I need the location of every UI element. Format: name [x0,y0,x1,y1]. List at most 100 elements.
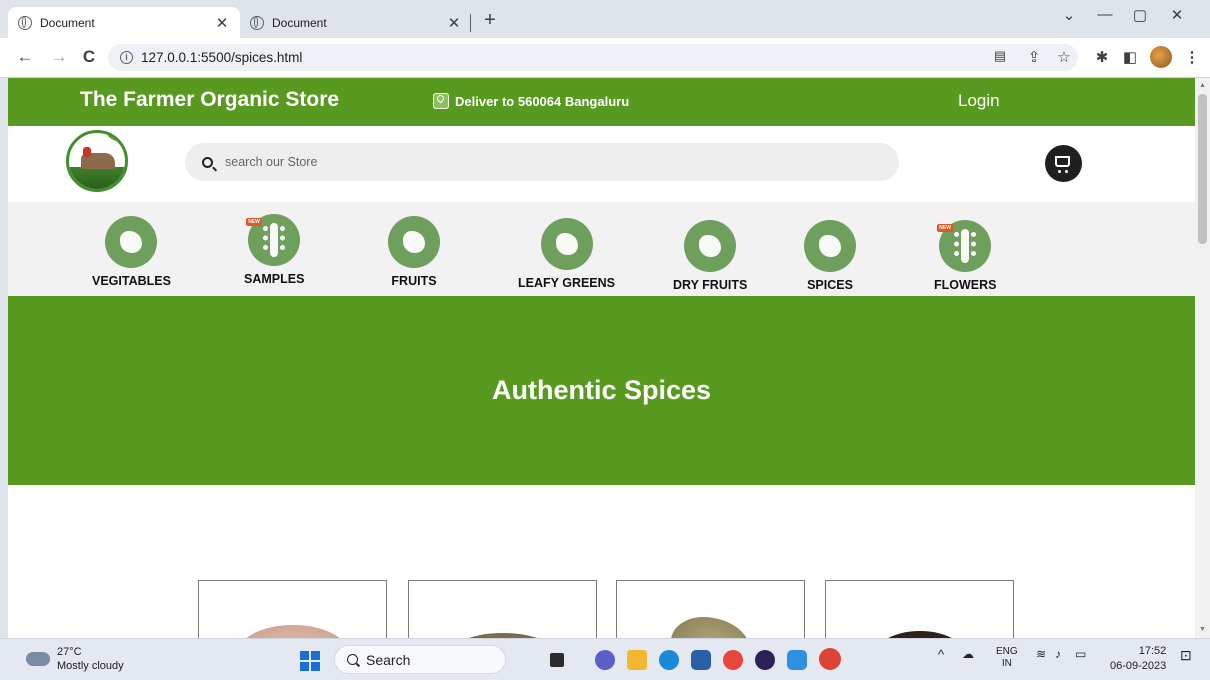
product-card[interactable] [825,580,1014,638]
teams-chat-icon[interactable] [595,650,615,670]
forward-icon[interactable]: → [48,47,70,67]
share-icon[interactable]: ⇪ [1024,48,1044,66]
category-bar: VEGITABLES NEW SAMPLES FRUITS LEAFY GREE… [8,202,1195,296]
url-text: 127.0.0.1:5500/spices.html [141,50,303,65]
tab-search-button[interactable]: ⌄ [1054,6,1084,24]
hero-banner: Authentic Spices [8,296,1195,485]
wheat-icon: NEW [937,220,992,272]
side-panel-icon[interactable]: ◧ [1120,48,1140,66]
category-dry-fruits[interactable]: DRY FRUITS [673,220,747,292]
category-flowers[interactable]: NEW FLOWERS [934,220,997,292]
scrollbar-thumb[interactable] [1198,94,1207,244]
clock-time: 17:52 [1138,645,1167,657]
globe-icon [18,15,32,30]
weather-condition: Mostly cloudy [57,660,124,672]
extensions-icon[interactable]: ✱ [1092,48,1112,66]
tab-title: Document [272,15,327,30]
category-label: LEAFY GREENS [518,276,616,290]
battery-icon[interactable]: ▭ [1075,647,1086,661]
windows-start-icon[interactable] [300,651,320,671]
close-tab-icon[interactable]: ✕ [446,14,462,32]
microsoft-store-icon[interactable] [691,650,711,670]
system-clock[interactable]: 17:52 06-09-2023 [1110,644,1166,674]
notifications-icon[interactable]: ⊡ [1180,647,1192,664]
product-card[interactable] [198,580,387,638]
new-badge: NEW [246,218,262,226]
maximize-button[interactable]: ▢ [1125,6,1155,24]
ginger-icon [804,220,856,272]
tab-document-active[interactable]: Document ✕ [8,7,240,38]
category-leafy-greens[interactable]: LEAFY GREENS [518,218,615,290]
language-indicator[interactable]: ENG IN [996,646,1018,670]
profile-avatar[interactable] [1150,46,1172,68]
store-search-input[interactable]: search our Store [185,143,899,181]
store-name[interactable]: The Farmer Organic Store [80,88,339,112]
category-label: DRY FRUITS [673,278,748,292]
tab-divider [470,14,471,32]
weather-widget[interactable]: 27°C Mostly cloudy [24,645,124,673]
scroll-down-arrow[interactable]: ▼ [1199,626,1206,633]
chrome-icon[interactable] [723,650,743,670]
category-vegitables[interactable]: VEGITABLES [92,216,171,288]
black-pepper-image [871,631,968,638]
task-view-icon[interactable] [550,653,564,667]
volume-icon[interactable]: ♪ [1055,647,1061,661]
search-placeholder: search our Store [225,155,318,169]
search-row: search our Store [8,126,1195,202]
product-card[interactable] [616,580,805,638]
vscode-icon[interactable] [787,650,807,670]
chrome-active-icon[interactable] [819,648,841,670]
search-icon [202,156,213,168]
logo-field [69,167,125,189]
close-tab-icon[interactable]: ✕ [214,14,230,32]
category-label: SAMPLES [244,272,305,286]
cart-icon[interactable] [1045,145,1082,182]
file-explorer-icon[interactable] [627,650,647,670]
weather-cloud-icon [24,646,50,666]
bay-leaves-image [670,617,751,638]
category-fruits[interactable]: FRUITS [388,216,440,288]
lang-top: ENG [996,646,1018,657]
vegetables-icon [105,216,158,268]
new-badge: NEW [937,224,953,232]
reload-icon[interactable]: C [78,47,100,67]
minimize-button[interactable]: — [1090,6,1120,23]
category-samples[interactable]: NEW SAMPLES [244,214,304,286]
tab-document[interactable]: Document ✕ [240,7,472,38]
category-spices[interactable]: SPICES [804,220,856,292]
globe-icon [250,15,264,30]
category-label: SPICES [807,278,853,292]
deliver-text: Deliver to 560064 Bangaluru [455,93,630,109]
weather-text-block: 27°C Mostly cloudy [57,645,124,673]
taskbar-search-label: Search [366,651,411,668]
page-scrollbar[interactable]: ▲ ▼ [1195,78,1210,638]
site-info-icon[interactable]: i [120,51,133,64]
deliver-location[interactable]: Deliver to 560064 Bangaluru [433,93,629,109]
page-viewport: The Farmer Organic Store Deliver to 5600… [8,78,1195,638]
eclipse-icon[interactable] [755,650,775,670]
translate-icon[interactable]: ▤ [990,48,1010,64]
taskbar-search[interactable]: Search [334,645,506,674]
clock-date: 06-09-2023 [1110,660,1167,672]
edge-browser-icon[interactable] [659,650,679,670]
nuts-icon [684,220,737,272]
temperature: 27°C [57,646,82,658]
back-icon[interactable]: ← [14,47,36,67]
address-bar[interactable]: i 127.0.0.1:5500/spices.html [108,44,1078,71]
show-hidden-icons-chevron[interactable]: ^ [938,647,944,662]
logo-leaf [105,133,125,143]
salt-powder-image [237,625,348,638]
category-label: VEGITABLES [92,274,171,288]
scroll-up-arrow[interactable]: ▲ [1199,82,1206,89]
menu-kebab-icon[interactable]: ⋮ [1182,48,1202,66]
wifi-icon[interactable]: ≋ [1036,647,1046,661]
new-tab-button[interactable]: + [478,9,502,32]
location-pin-icon [433,93,449,109]
search-icon [347,654,358,665]
store-logo[interactable] [66,130,128,192]
bookmark-star-icon[interactable]: ☆ [1054,48,1074,66]
onedrive-cloud-icon[interactable]: ☁ [962,647,974,661]
product-card[interactable] [408,580,597,638]
close-window-button[interactable]: ✕ [1162,6,1192,24]
login-link[interactable]: Login [958,91,1000,111]
